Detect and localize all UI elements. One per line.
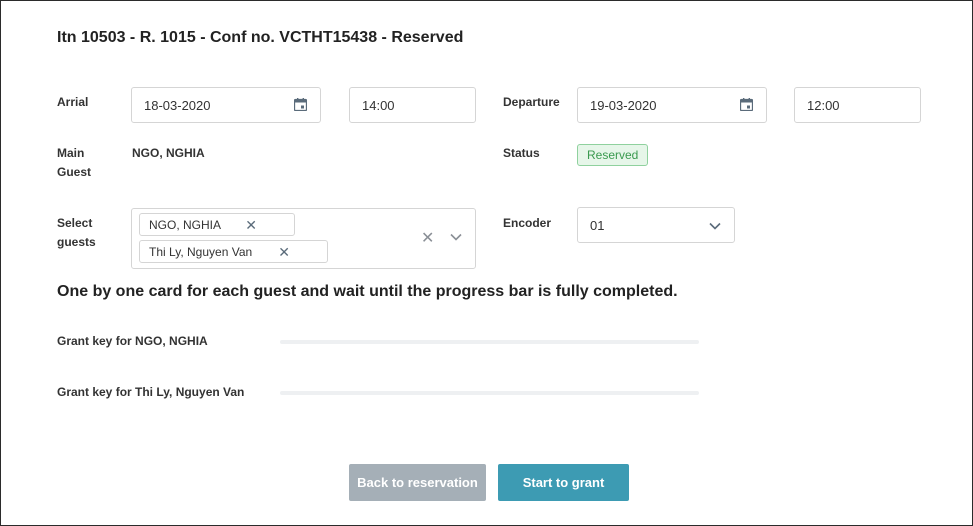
departure-time-input[interactable]: 12:00 [794, 87, 921, 123]
guest-multiselect[interactable]: NGO, NGHIA ✕ Thi Ly, Nguyen Van ✕ ✕ [131, 208, 476, 269]
arrival-date-input[interactable]: 18-03-2020 [131, 87, 321, 123]
status-badge: Reserved [577, 144, 649, 166]
page-title: Itn 10503 - R. 1015 - Conf no. VCTHT1543… [57, 29, 464, 46]
encoder-select[interactable]: 01 [577, 207, 735, 243]
arrival-time-input[interactable]: 14:00 [349, 87, 476, 123]
departure-date-input[interactable]: 19-03-2020 [577, 87, 767, 123]
main-guest-value: NGO, NGHIA [132, 146, 205, 160]
encoder-label: Encoder [503, 216, 552, 230]
select-guests-label-line2: guests [57, 235, 96, 249]
start-to-grant-button[interactable]: Start to grant [498, 464, 629, 501]
chevron-down-icon[interactable] [450, 233, 462, 241]
instruction-text: One by one card for each guest and wait … [57, 283, 678, 300]
guest-tag-label: Thi Ly, Nguyen Van [149, 244, 253, 259]
status-label: Status [503, 146, 540, 160]
back-to-reservation-button[interactable]: Back to reservation [349, 464, 486, 501]
guest-tag-label: NGO, NGHIA [149, 217, 222, 232]
main-guest-label: Main Guest [57, 144, 91, 182]
select-guests-label: Select guests [57, 214, 96, 252]
grant-label: Grant key for Thi Ly, Nguyen Van [57, 385, 245, 399]
grant-progress-bar [280, 391, 699, 395]
departure-time-value: 12:00 [807, 97, 840, 113]
window-frame: Itn 10503 - R. 1015 - Conf no. VCTHT1543… [0, 0, 973, 526]
arrival-label: Arrial [57, 95, 89, 109]
grant-label: Grant key for NGO, NGHIA [57, 334, 208, 348]
main-guest-label-line2: Guest [57, 165, 92, 179]
guest-tag: NGO, NGHIA ✕ [139, 213, 295, 236]
close-icon[interactable]: ✕ [278, 245, 290, 259]
main-guest-label-line1: Main [57, 146, 85, 160]
grant-progress-bar [280, 340, 699, 344]
calendar-icon[interactable] [294, 98, 307, 111]
encoder-value: 01 [590, 217, 605, 233]
clear-icon[interactable]: ✕ [421, 231, 434, 247]
calendar-icon[interactable] [740, 98, 753, 111]
guest-tag: Thi Ly, Nguyen Van ✕ [139, 240, 328, 263]
close-icon[interactable]: ✕ [245, 218, 257, 232]
select-guests-label-line1: Select [57, 216, 93, 230]
arrival-time-value: 14:00 [362, 97, 395, 113]
chevron-down-icon [709, 222, 721, 230]
departure-label: Departure [503, 95, 560, 109]
